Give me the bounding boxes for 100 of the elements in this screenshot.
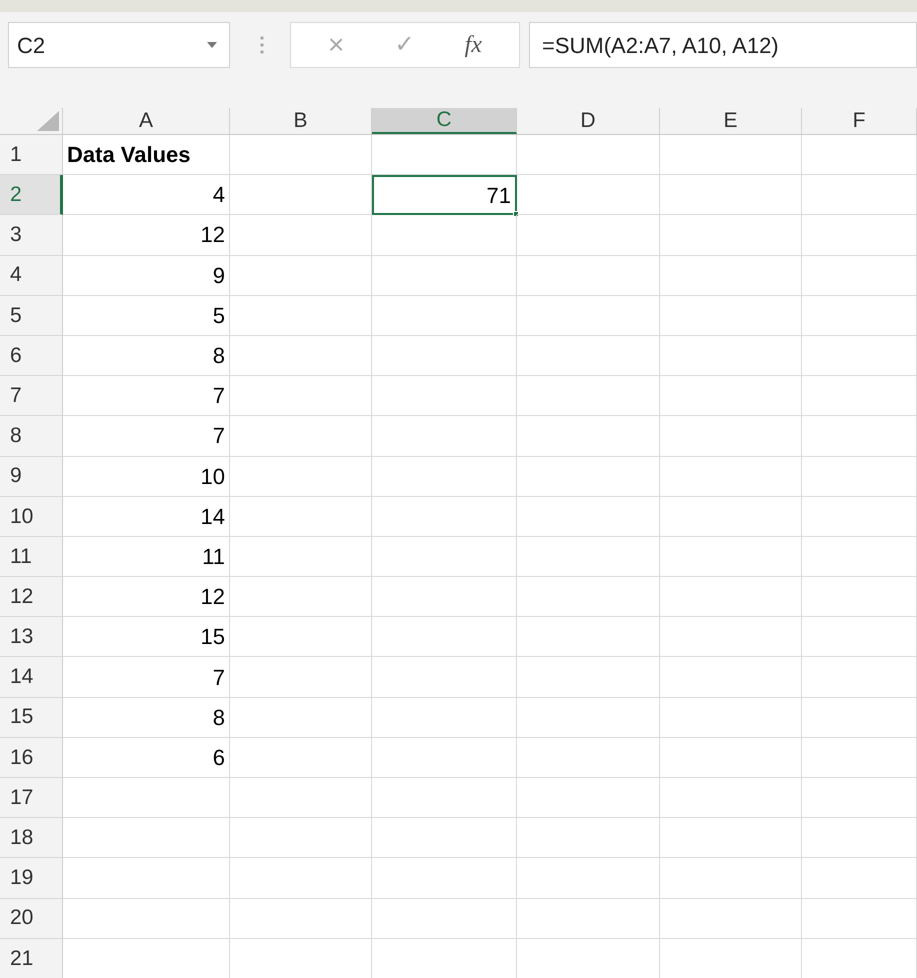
table-cell[interactable]: [372, 536, 517, 578]
table-cell[interactable]: [230, 858, 372, 899]
table-cell[interactable]: [660, 778, 802, 818]
table-cell[interactable]: [517, 898, 660, 939]
column-header[interactable]: E: [660, 108, 802, 134]
table-cell[interactable]: [660, 256, 802, 296]
table-cell[interactable]: [230, 215, 372, 256]
table-cell[interactable]: [660, 818, 802, 858]
row-header[interactable]: 14: [0, 657, 63, 698]
table-cell[interactable]: [802, 215, 917, 256]
table-cell[interactable]: [230, 698, 372, 738]
table-cell[interactable]: [660, 175, 802, 216]
table-cell[interactable]: [372, 577, 517, 618]
row-header[interactable]: 18: [0, 818, 63, 858]
table-cell[interactable]: [660, 536, 802, 578]
table-cell[interactable]: [372, 135, 517, 176]
table-cell[interactable]: [517, 416, 660, 456]
table-cell[interactable]: [372, 336, 517, 376]
table-cell[interactable]: [517, 296, 660, 336]
table-cell[interactable]: [517, 256, 660, 296]
caret-icon[interactable]: [207, 42, 217, 48]
row-header[interactable]: 16: [0, 738, 63, 778]
table-cell[interactable]: [802, 256, 917, 296]
table-cell[interactable]: [517, 536, 660, 578]
table-cell[interactable]: 4: [63, 175, 230, 216]
table-cell[interactable]: [660, 698, 802, 738]
table-cell[interactable]: 12: [63, 215, 230, 256]
column-header[interactable]: A: [63, 108, 230, 134]
table-cell[interactable]: [517, 738, 660, 778]
table-cell[interactable]: [802, 416, 917, 456]
table-cell[interactable]: [517, 858, 660, 899]
table-cell[interactable]: [802, 898, 917, 939]
table-cell[interactable]: [517, 698, 660, 738]
table-cell[interactable]: [517, 818, 660, 858]
table-cell[interactable]: [372, 496, 517, 537]
formula-field[interactable]: =SUM(A2:A7, A10, A12): [529, 22, 917, 68]
table-cell[interactable]: [230, 376, 372, 416]
table-cell[interactable]: [63, 898, 230, 939]
table-cell[interactable]: [372, 778, 517, 818]
table-cell[interactable]: 7: [63, 376, 230, 416]
table-cell[interactable]: [230, 617, 372, 658]
table-cell[interactable]: [230, 416, 372, 456]
table-cell[interactable]: 7: [63, 657, 230, 698]
table-cell[interactable]: [802, 577, 917, 618]
table-cell[interactable]: [660, 657, 802, 698]
table-cell[interactable]: [230, 135, 372, 176]
table-cell[interactable]: [230, 577, 372, 618]
table-cell[interactable]: 15: [63, 617, 230, 658]
row-header[interactable]: 17: [0, 778, 63, 818]
table-cell[interactable]: 8: [63, 698, 230, 738]
row-header[interactable]: 21: [0, 938, 63, 978]
table-cell[interactable]: [802, 617, 917, 658]
table-cell[interactable]: [63, 858, 230, 899]
table-cell[interactable]: [517, 135, 660, 176]
table-cell[interactable]: [802, 496, 917, 537]
table-cell[interactable]: [660, 577, 802, 618]
table-cell[interactable]: [802, 336, 917, 376]
table-cell[interactable]: [230, 778, 372, 818]
table-cell[interactable]: [372, 738, 517, 778]
table-cell[interactable]: [372, 698, 517, 738]
table-cell[interactable]: [517, 496, 660, 537]
table-cell[interactable]: [372, 215, 517, 256]
row-header[interactable]: 15: [0, 698, 63, 738]
table-cell[interactable]: [517, 577, 660, 618]
table-cell[interactable]: [230, 657, 372, 698]
table-cell[interactable]: [372, 416, 517, 456]
row-header[interactable]: 2: [0, 175, 63, 216]
table-cell[interactable]: [660, 336, 802, 376]
table-cell[interactable]: [372, 296, 517, 336]
table-cell[interactable]: [517, 456, 660, 497]
row-header[interactable]: 19: [0, 858, 63, 899]
table-cell[interactable]: [230, 456, 372, 497]
table-cell[interactable]: [802, 818, 917, 858]
table-cell[interactable]: [230, 256, 372, 296]
row-header[interactable]: 5: [0, 296, 63, 336]
table-cell[interactable]: [372, 376, 517, 416]
table-cell[interactable]: [517, 657, 660, 698]
row-header[interactable]: 3: [0, 215, 63, 256]
table-cell[interactable]: 7: [63, 416, 230, 456]
table-cell[interactable]: [802, 376, 917, 416]
row-header[interactable]: 20: [0, 898, 63, 939]
table-cell[interactable]: [372, 657, 517, 698]
table-cell[interactable]: 8: [63, 336, 230, 376]
table-cell[interactable]: [517, 617, 660, 658]
table-cell[interactable]: [660, 135, 802, 176]
table-cell[interactable]: [802, 657, 917, 698]
table-cell[interactable]: [802, 778, 917, 818]
table-cell[interactable]: [517, 336, 660, 376]
table-cell[interactable]: [802, 536, 917, 578]
table-cell[interactable]: 5: [63, 296, 230, 336]
table-cell[interactable]: 12: [63, 577, 230, 618]
column-header[interactable]: F: [802, 108, 917, 134]
table-cell[interactable]: [660, 617, 802, 658]
table-cell[interactable]: 11: [63, 536, 230, 578]
table-cell[interactable]: [802, 456, 917, 497]
table-cell[interactable]: [372, 256, 517, 296]
table-cell[interactable]: [660, 215, 802, 256]
insert-function-button[interactable]: fx: [464, 33, 482, 57]
table-cell[interactable]: 9: [63, 256, 230, 296]
table-cell[interactable]: [230, 738, 372, 778]
